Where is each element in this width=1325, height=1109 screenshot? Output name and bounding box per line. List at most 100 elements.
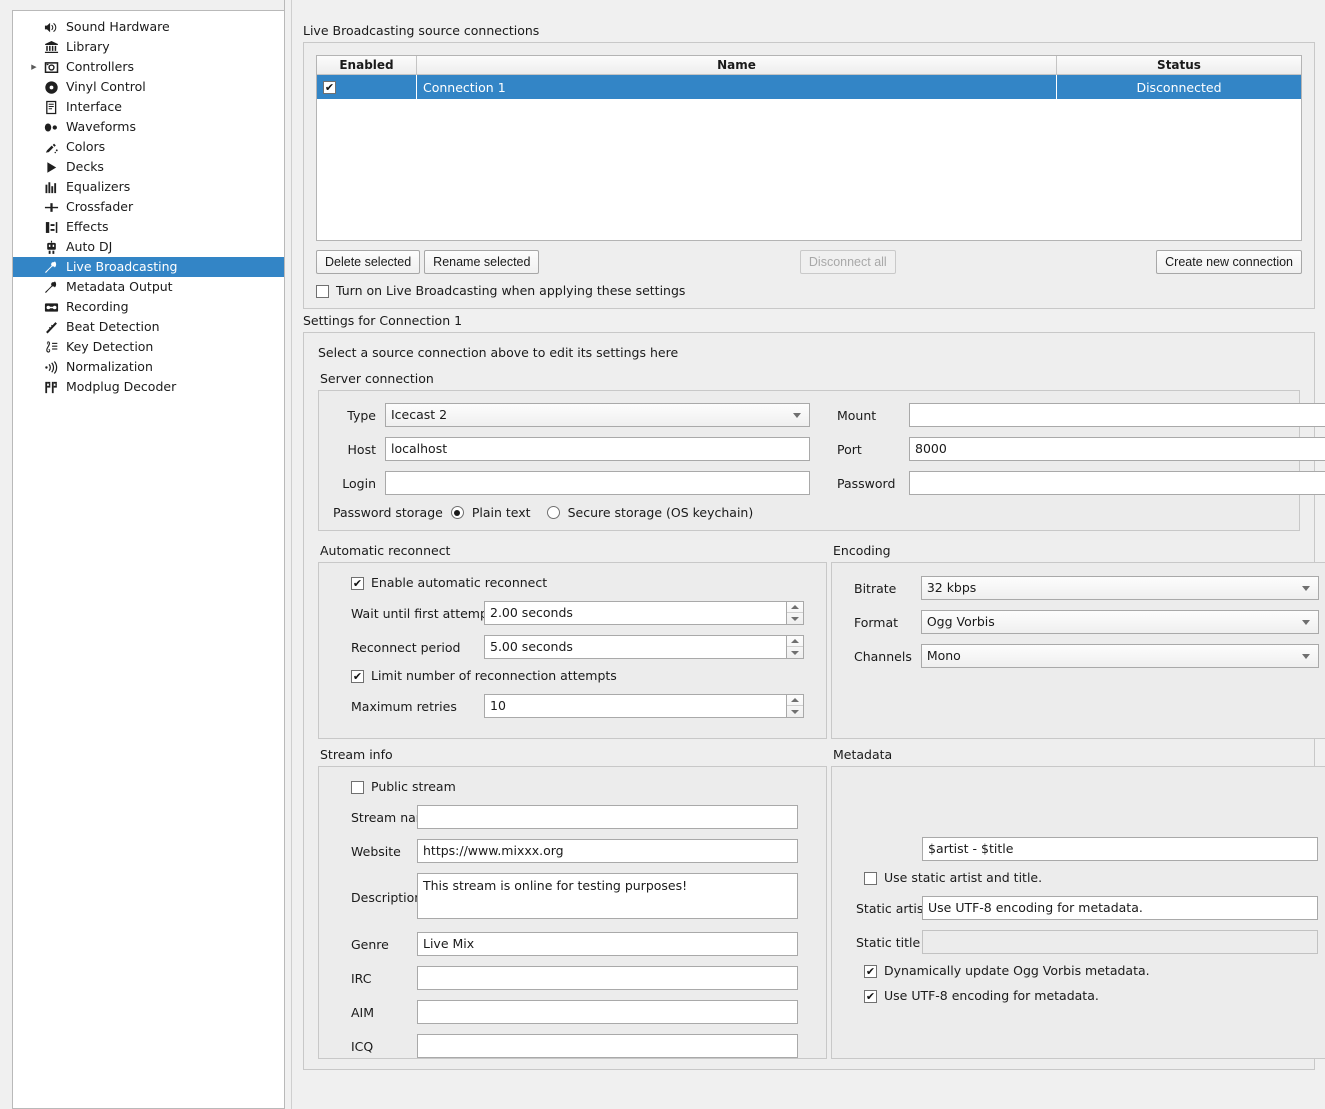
wait-first-attempt-input[interactable]: 2.00 seconds: [484, 601, 787, 625]
preferences-nav-tree[interactable]: Sound HardwareLibrary▶ControllersVinyl C…: [12, 10, 284, 1109]
row-status-cell[interactable]: Disconnected: [1057, 75, 1301, 99]
bitrate-label: Bitrate: [846, 581, 921, 596]
spinner-up-icon[interactable]: [787, 636, 803, 647]
table-empty-area[interactable]: [317, 99, 1301, 240]
panel-splitter[interactable]: [284, 0, 292, 1109]
bitrate-combobox[interactable]: 32 kbps: [921, 576, 1319, 600]
sidebar-item-decks[interactable]: Decks: [13, 157, 284, 177]
sidebar-item-metadata-output[interactable]: Metadata Output: [13, 277, 284, 297]
sidebar-item-recording[interactable]: Recording: [13, 297, 284, 317]
disconnect-all-button[interactable]: Disconnect all: [800, 250, 896, 274]
reconnect-period-spinner[interactable]: 5.00 seconds: [484, 635, 804, 659]
dynamic-ogg-checkbox[interactable]: [864, 965, 877, 978]
enable-reconnect-checkbox[interactable]: [351, 577, 364, 590]
turn-on-broadcasting-checkbox[interactable]: [316, 285, 329, 298]
description-textarea[interactable]: [417, 873, 798, 919]
retries-spinner-buttons[interactable]: [787, 694, 804, 718]
spinner-up-icon[interactable]: [787, 602, 803, 613]
row-name-cell[interactable]: Connection 1: [417, 75, 1057, 99]
sidebar-item-live-broadcasting[interactable]: Live Broadcasting: [13, 257, 284, 277]
beat-icon: [41, 320, 61, 335]
mount-input[interactable]: [909, 403, 1325, 427]
irc-input[interactable]: [417, 966, 798, 990]
genre-input[interactable]: Live Mix: [417, 932, 798, 956]
static-title-input[interactable]: [922, 930, 1318, 954]
maximum-retries-input[interactable]: 10: [484, 694, 787, 718]
metadata-format-input[interactable]: $artist - $title: [922, 837, 1318, 861]
utf8-checkbox[interactable]: [864, 990, 877, 1003]
equalizer-icon: [41, 180, 61, 195]
spinner-down-icon[interactable]: [787, 647, 803, 658]
sidebar-item-library[interactable]: Library: [13, 37, 284, 57]
dynamic-ogg-row[interactable]: Dynamically update Ogg Vorbis metadata.: [846, 964, 1319, 978]
sidebar-item-label: Key Detection: [66, 337, 153, 357]
enable-reconnect-row[interactable]: Enable automatic reconnect: [333, 576, 812, 590]
wait-spinner-buttons[interactable]: [787, 601, 804, 625]
static-artist-input[interactable]: Use UTF-8 encoding for metadata.: [922, 896, 1318, 920]
website-input[interactable]: https://www.mixxx.org: [417, 839, 798, 863]
sidebar-item-colors[interactable]: Colors: [13, 137, 284, 157]
create-new-connection-button[interactable]: Create new connection: [1156, 250, 1302, 274]
column-header-name[interactable]: Name: [417, 56, 1057, 75]
reconnect-period-input[interactable]: 5.00 seconds: [484, 635, 787, 659]
period-spinner-buttons[interactable]: [787, 635, 804, 659]
sidebar-item-beat-detection[interactable]: Beat Detection: [13, 317, 284, 337]
delete-selected-button[interactable]: Delete selected: [316, 250, 420, 274]
sidebar-item-modplug-decoder[interactable]: Modplug Decoder: [13, 377, 284, 397]
sidebar-item-sound-hardware[interactable]: Sound Hardware: [13, 17, 284, 37]
sidebar-item-controllers[interactable]: ▶Controllers: [13, 57, 284, 77]
sidebar-item-crossfader[interactable]: Crossfader: [13, 197, 284, 217]
column-header-enabled[interactable]: Enabled: [317, 56, 417, 75]
type-combobox[interactable]: Icecast 2: [385, 403, 810, 427]
spinner-down-icon[interactable]: [787, 706, 803, 717]
public-stream-row[interactable]: Public stream: [333, 780, 812, 794]
utf8-row[interactable]: Use UTF-8 encoding for metadata.: [846, 989, 1319, 1003]
connection-enabled-checkbox[interactable]: [323, 81, 336, 94]
password-label: Password: [837, 476, 909, 491]
sidebar-item-effects[interactable]: Effects: [13, 217, 284, 237]
modplug-icon: [41, 380, 61, 395]
use-static-row[interactable]: Use static artist and title.: [846, 871, 1319, 885]
aim-input[interactable]: [417, 1000, 798, 1024]
sidebar-item-waveforms[interactable]: Waveforms: [13, 117, 284, 137]
expand-arrow-icon[interactable]: ▶: [27, 64, 41, 71]
sidebar-item-interface[interactable]: Interface: [13, 97, 284, 117]
sidebar-item-equalizers[interactable]: Equalizers: [13, 177, 284, 197]
secure-storage-radio[interactable]: [547, 506, 560, 519]
port-input[interactable]: 8000: [909, 437, 1325, 461]
use-static-checkbox[interactable]: [864, 872, 877, 885]
spinner-up-icon[interactable]: [787, 695, 803, 706]
aim-row: AIM: [333, 1000, 812, 1024]
sidebar-item-auto-dj[interactable]: Auto DJ: [13, 237, 284, 257]
turn-on-broadcasting-row[interactable]: Turn on Live Broadcasting when applying …: [316, 284, 1302, 298]
spinner-down-icon[interactable]: [787, 613, 803, 624]
icq-input[interactable]: [417, 1034, 798, 1058]
wait-first-attempt-spinner[interactable]: 2.00 seconds: [484, 601, 804, 625]
limit-attempts-label: Limit number of reconnection attempts: [371, 669, 617, 683]
login-input[interactable]: [385, 471, 810, 495]
column-header-status[interactable]: Status: [1057, 56, 1301, 75]
format-combobox[interactable]: Ogg Vorbis: [921, 610, 1319, 634]
password-input[interactable]: [909, 471, 1325, 495]
plain-text-radio[interactable]: [451, 506, 464, 519]
row-enabled-cell[interactable]: [317, 75, 417, 99]
channels-combobox[interactable]: Mono: [921, 644, 1319, 668]
mount-label: Mount: [837, 408, 909, 423]
limit-attempts-checkbox[interactable]: [351, 670, 364, 683]
limit-attempts-row[interactable]: Limit number of reconnection attempts: [333, 669, 812, 683]
bitrate-value: 32 kbps: [927, 577, 977, 599]
connections-table[interactable]: Enabled Name Status Connection 1 Disconn…: [316, 55, 1302, 241]
public-stream-checkbox[interactable]: [351, 781, 364, 794]
source-connections-group: Live Broadcasting source connections Ena…: [303, 24, 1315, 309]
port-label: Port: [837, 442, 909, 457]
sidebar-item-vinyl-control[interactable]: Vinyl Control: [13, 77, 284, 97]
static-title-row: Static title: [846, 930, 1319, 954]
sidebar-item-normalization[interactable]: Normalization: [13, 357, 284, 377]
sidebar-item-key-detection[interactable]: Key Detection: [13, 337, 284, 357]
rename-selected-button[interactable]: Rename selected: [424, 250, 539, 274]
maximum-retries-spinner[interactable]: 10: [484, 694, 804, 718]
stream-name-input[interactable]: [417, 805, 798, 829]
table-row[interactable]: Connection 1 Disconnected: [317, 75, 1301, 99]
host-input[interactable]: localhost: [385, 437, 810, 461]
settings-hint: Select a source connection above to edit…: [318, 345, 1300, 360]
